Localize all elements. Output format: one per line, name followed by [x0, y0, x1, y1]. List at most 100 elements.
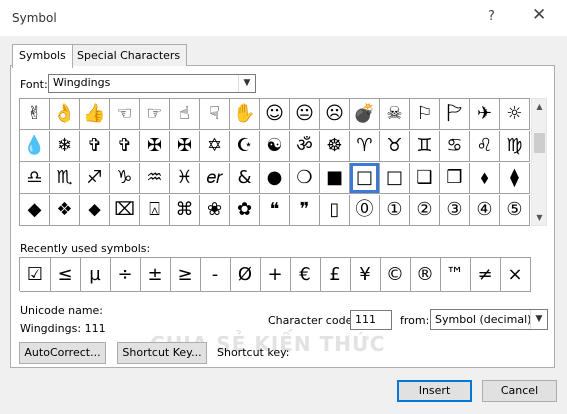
recent-symbol-cell[interactable]: ≤ [50, 258, 81, 292]
symbol-cell[interactable]: ❝ [260, 195, 290, 226]
symbol-cell[interactable]: ⧫ [500, 163, 530, 194]
symbol-cell[interactable]: 💣 [350, 99, 380, 130]
symbol-cell[interactable]: ✞ [110, 131, 140, 162]
symbol-cell[interactable]: ♎ [20, 163, 50, 194]
symbol-cell[interactable]: ⍓ [140, 195, 170, 226]
symbol-cell[interactable]: ♏ [50, 163, 80, 194]
recent-symbol-cell[interactable]: € [290, 258, 321, 292]
recent-symbol-cell[interactable]: ™ [440, 258, 471, 292]
cancel-button[interactable]: Cancel [482, 380, 557, 402]
recent-symbol-cell[interactable]: + [260, 258, 291, 292]
symbol-cell[interactable]: ♊ [410, 131, 440, 162]
symbol-cell[interactable]: ✈ [470, 99, 500, 130]
symbol-cell[interactable]: ⑤ [500, 195, 530, 226]
symbol-cell[interactable]: ॐ [290, 131, 320, 162]
tab-symbols[interactable]: Symbols [12, 44, 73, 68]
symbol-cell[interactable]: ⌧ [110, 195, 140, 226]
symbol-cell[interactable]: ⓪ [350, 195, 380, 226]
scroll-down-icon[interactable]: ▼ [532, 210, 547, 225]
recent-symbol-cell[interactable]: £ [320, 258, 351, 292]
character-code-input[interactable]: 111 [350, 310, 392, 330]
symbol-cell[interactable]: ❍ [290, 163, 320, 194]
autocorrect-button[interactable]: AutoCorrect... [19, 342, 106, 364]
from-select[interactable]: Symbol (decimal) ▼ [430, 309, 548, 330]
symbol-cell[interactable]: ❄ [50, 131, 80, 162]
symbol-cell[interactable]: ♓ [170, 163, 200, 194]
grid-scrollbar[interactable]: ▲ ▼ [531, 98, 547, 226]
symbol-cell[interactable]: ❀ [200, 195, 230, 226]
scroll-thumb[interactable] [534, 133, 545, 153]
symbol-cell[interactable]: □ [350, 163, 380, 194]
recent-symbol-cell[interactable]: µ [80, 258, 111, 292]
symbol-cell[interactable]: ② [410, 195, 440, 226]
chevron-down-icon[interactable]: ▼ [238, 75, 255, 92]
recent-symbol-cell[interactable]: ≠ [470, 258, 501, 292]
symbol-cell[interactable]: ❑ [410, 163, 440, 194]
symbol-cell[interactable]: 𝑒𝑟 [200, 163, 230, 194]
close-button[interactable]: ✕ [532, 5, 546, 25]
symbol-cell[interactable]: ☹ [320, 99, 350, 130]
recent-symbol-cell[interactable]: ≥ [170, 258, 201, 292]
scroll-up-icon[interactable]: ▲ [532, 99, 547, 114]
symbol-cell[interactable]: ✌ [20, 99, 50, 130]
symbol-cell[interactable]: ☯ [260, 131, 290, 162]
recent-symbol-cell[interactable]: © [380, 258, 411, 292]
symbol-cell[interactable]: ♐ [80, 163, 110, 194]
symbol-cell[interactable]: ■ [320, 163, 350, 194]
symbol-cell[interactable]: 👍 [80, 99, 110, 130]
symbol-cell[interactable]: ③ [440, 195, 470, 226]
symbol-cell[interactable]: ☜ [110, 99, 140, 130]
symbol-cell[interactable]: ☠ [380, 99, 410, 130]
tab-special-characters[interactable]: Special Characters [70, 44, 188, 66]
symbol-cell[interactable]: ♈ [350, 131, 380, 162]
symbol-cell[interactable]: ❒ [440, 163, 470, 194]
symbol-cell[interactable]: ☸ [320, 131, 350, 162]
recent-symbol-cell[interactable]: Ø [230, 258, 261, 292]
symbol-cell[interactable]: ⌘ [170, 195, 200, 226]
symbol-cell[interactable]: ✞ [80, 131, 110, 162]
recent-symbol-cell[interactable]: ® [410, 258, 441, 292]
symbol-cell[interactable]: ✠ [140, 131, 170, 162]
shortcut-key-button[interactable]: Shortcut Key... [117, 342, 207, 364]
recent-symbol-cell[interactable]: ¥ [350, 258, 381, 292]
recent-symbol-cell[interactable]: ÷ [110, 258, 141, 292]
symbol-cell[interactable]: ▯ [320, 195, 350, 226]
symbol-cell[interactable]: ⚐ [410, 99, 440, 130]
symbol-cell[interactable]: ☟ [200, 99, 230, 130]
symbol-cell[interactable]: ✿ [230, 195, 260, 226]
symbol-cell[interactable]: 🏱 [440, 99, 470, 130]
symbol-cell[interactable]: ♉ [380, 131, 410, 162]
symbol-cell[interactable]: ☞ [140, 99, 170, 130]
symbol-cell[interactable]: ❖ [50, 195, 80, 226]
symbol-cell[interactable]: ☝ [170, 99, 200, 130]
symbol-cell[interactable]: ✠ [170, 131, 200, 162]
symbol-cell[interactable]: ♋ [440, 131, 470, 162]
symbol-cell[interactable]: ⬧ [470, 163, 500, 194]
symbol-cell[interactable]: ◆ [20, 195, 50, 226]
symbol-cell[interactable]: ♑ [110, 163, 140, 194]
symbol-cell[interactable]: 😐 [290, 99, 320, 130]
symbol-cell[interactable]: & [230, 163, 260, 194]
symbol-cell[interactable]: ⬥ [80, 195, 110, 226]
symbol-cell[interactable]: ④ [470, 195, 500, 226]
symbol-cell[interactable]: ✋ [230, 99, 260, 130]
symbol-cell[interactable]: ❞ [290, 195, 320, 226]
recent-symbol-cell[interactable]: ± [140, 258, 171, 292]
symbol-cell[interactable]: 💧 [20, 131, 50, 162]
symbol-cell[interactable]: ☼ [500, 99, 530, 130]
font-select[interactable]: Wingdings ▼ [48, 74, 256, 93]
symbol-cell[interactable]: □ [380, 163, 410, 194]
symbol-cell[interactable]: ♌ [470, 131, 500, 162]
recent-symbol-cell[interactable]: - [200, 258, 231, 292]
symbol-cell[interactable]: ✡ [200, 131, 230, 162]
recent-symbol-cell[interactable]: ☑ [20, 258, 51, 292]
symbol-cell[interactable]: ♍ [500, 131, 530, 162]
symbol-cell[interactable]: ♒ [140, 163, 170, 194]
symbol-cell[interactable]: 👌 [50, 99, 80, 130]
symbol-cell[interactable]: ① [380, 195, 410, 226]
symbol-cell[interactable]: ☪ [230, 131, 260, 162]
help-button[interactable]: ? [488, 9, 495, 24]
chevron-down-icon[interactable]: ▼ [530, 310, 547, 329]
recent-symbol-cell[interactable]: × [500, 258, 531, 292]
symbol-cell[interactable]: ● [260, 163, 290, 194]
